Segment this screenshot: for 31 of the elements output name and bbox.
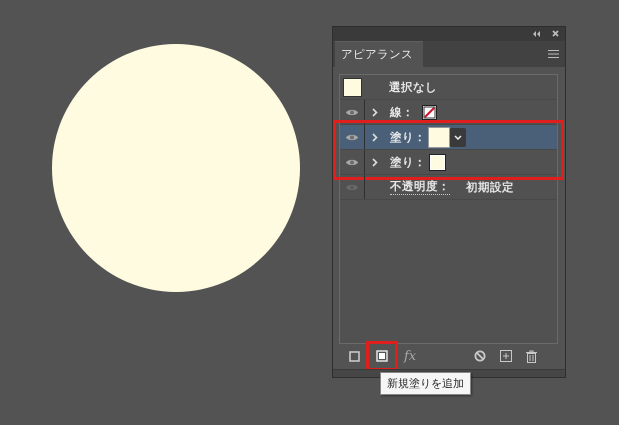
- fill-label: 塗り：: [390, 154, 426, 170]
- panel-tab[interactable]: アピアランス: [335, 40, 423, 68]
- menu-icon[interactable]: [548, 50, 559, 58]
- attribute-row[interactable]: 不透明度： 初期設定: [340, 175, 557, 200]
- caret-icon: [454, 134, 462, 140]
- swatch-dropdown[interactable]: [450, 128, 466, 147]
- opacity-link[interactable]: 不透明度：: [390, 179, 450, 196]
- eye-icon[interactable]: [345, 132, 359, 142]
- close-icon[interactable]: [552, 30, 559, 38]
- trash-icon: [526, 350, 538, 363]
- chevron-icon[interactable]: [372, 108, 378, 117]
- selection-label: 選択なし: [389, 80, 437, 95]
- fill-swatch[interactable]: [428, 126, 450, 148]
- prohibit-icon: [474, 350, 486, 362]
- attribute-row[interactable]: 塗り：: [340, 150, 557, 176]
- selection-swatch: [342, 78, 362, 97]
- eye-icon[interactable]: [345, 108, 359, 117]
- tooltip: 新規塗りを追加: [380, 372, 471, 395]
- chevron-icon[interactable]: [372, 132, 378, 142]
- no-stroke-swatch-icon[interactable]: [422, 104, 437, 120]
- stroke-label: 線：: [390, 104, 414, 120]
- fill-label: 塗り：: [390, 130, 426, 145]
- collapse-icon[interactable]: [532, 30, 540, 37]
- square-icon: [349, 350, 360, 362]
- opacity-value: 初期設定: [466, 180, 514, 195]
- filled-square-icon: [376, 350, 388, 362]
- chevron-icon[interactable]: [372, 158, 378, 167]
- plus-square-icon: [500, 350, 512, 362]
- attribute-row[interactable]: 塗り：: [340, 125, 557, 150]
- effects-button[interactable]: fx: [400, 345, 420, 368]
- eye-icon[interactable]: [345, 158, 359, 167]
